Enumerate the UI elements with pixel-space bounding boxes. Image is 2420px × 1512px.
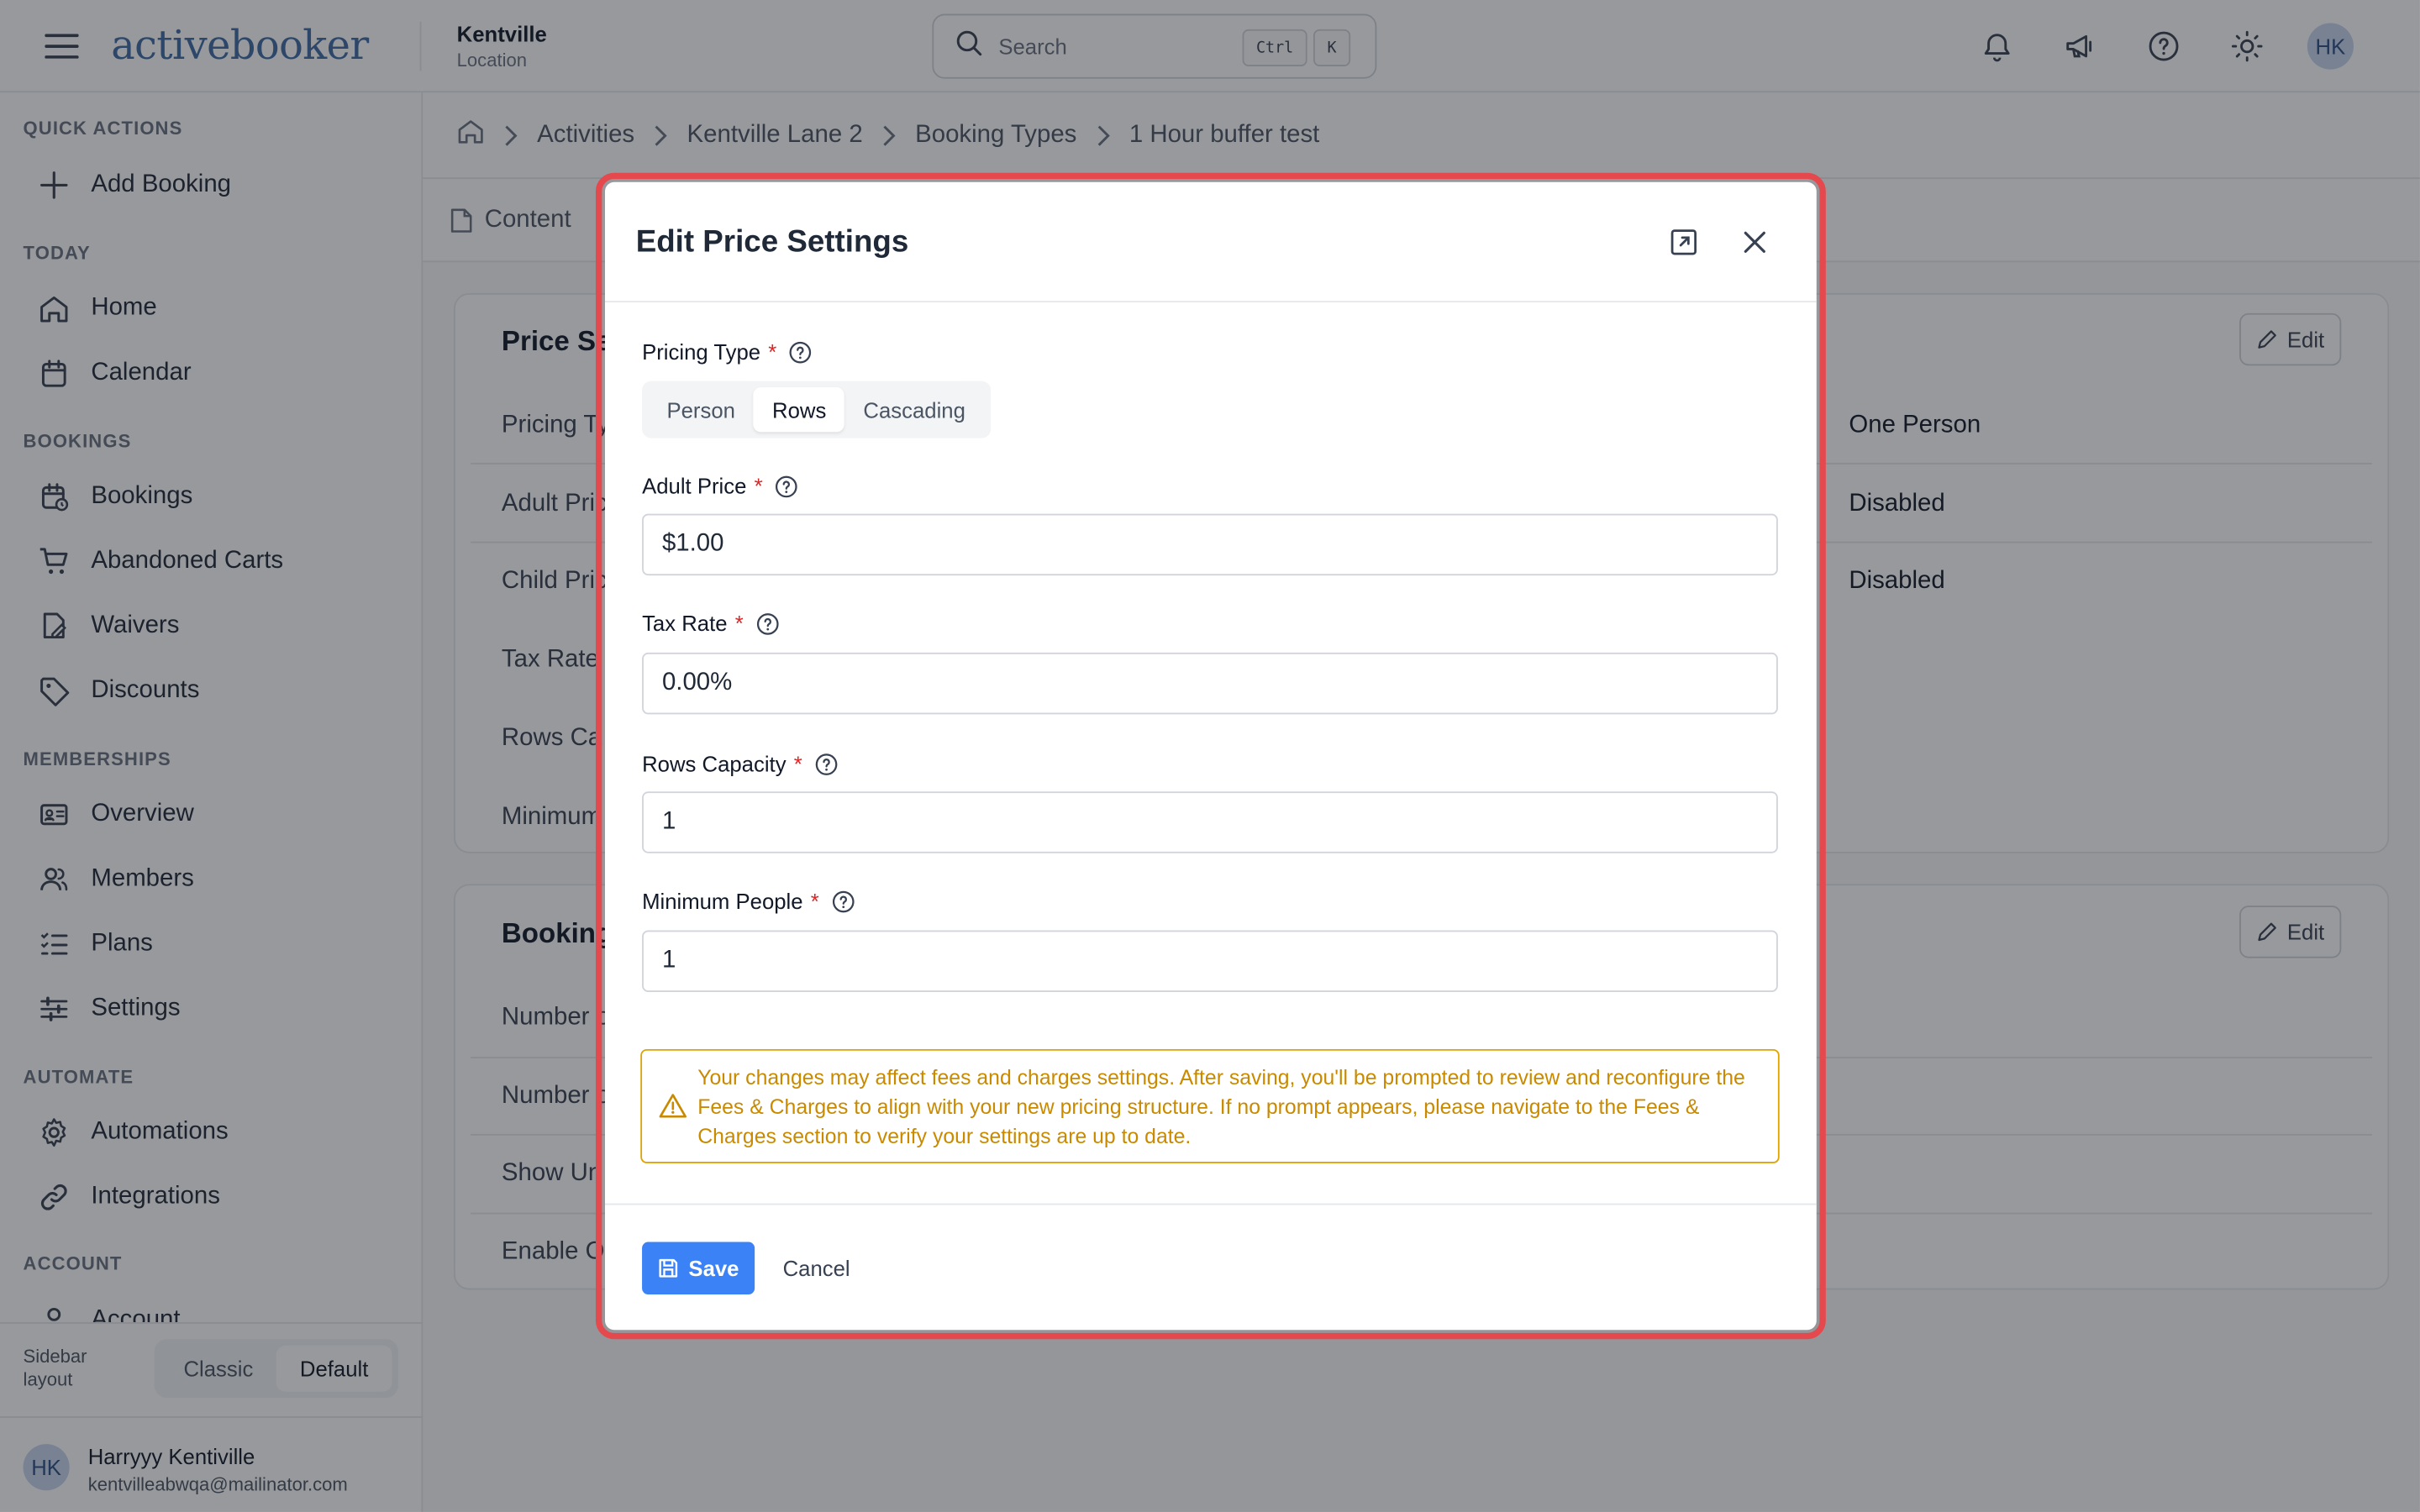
pricing-type-segmented: Person Rows Cascading [642,381,991,438]
required-mark: * [734,611,744,636]
pricing-type-cascading[interactable]: Cascading [844,387,984,432]
rows-capacity-value: 1 [661,808,676,835]
adult-price-label-text: Adult Price [642,473,747,499]
tax-rate-label: Tax Rate * [642,611,779,636]
minimum-people-input[interactable]: 1 [642,930,1778,992]
required-mark: * [768,339,777,365]
help-icon[interactable] [814,752,838,775]
fees-warning-alert: Your changes may affect fees and charges… [640,1048,1780,1163]
pricing-type-person[interactable]: Person [648,387,754,432]
rows-capacity-label: Rows Capacity * [642,751,838,776]
adult-price-input[interactable]: $1.00 [642,513,1778,576]
required-mark: * [810,888,819,914]
tax-rate-value: 0.00% [661,669,733,696]
adult-price-label: Adult Price * [642,474,798,498]
help-icon[interactable] [755,612,779,635]
rows-capacity-label-text: Rows Capacity [642,751,786,776]
rows-capacity-input[interactable]: 1 [642,791,1778,853]
minimum-people-label: Minimum People * [642,889,855,913]
pricing-type-label-text: Pricing Type [642,339,761,365]
modal-footer: Save Cancel [604,1203,1817,1331]
tax-rate-input[interactable]: 0.00% [642,652,1778,715]
close-icon[interactable] [1738,225,1771,259]
edit-price-settings-modal: Edit Price Settings Pricing Type * Perso… [604,181,1817,1331]
adult-price-value: $1.00 [661,530,724,558]
expand-icon[interactable] [1667,225,1701,259]
required-mark: * [793,751,802,776]
warning-icon [659,1092,687,1126]
warning-text: Your changes may affect fees and charges… [697,1066,1745,1148]
pricing-type-rows[interactable]: Rows [753,387,845,433]
cancel-button[interactable]: Cancel [769,1242,865,1294]
app-root: activebooker Kentville Location Search C… [0,0,2420,1512]
minimum-people-label-text: Minimum People [642,888,803,914]
modal-header: Edit Price Settings [604,182,1817,302]
pricing-type-label: Pricing Type * [642,339,812,364]
help-icon[interactable] [775,475,798,498]
modal-title: Edit Price Settings [635,225,909,260]
save-button[interactable]: Save [642,1242,755,1294]
minimum-people-value: 1 [661,947,676,974]
required-mark: * [754,473,763,499]
help-icon[interactable] [831,890,855,913]
save-icon [659,1258,678,1278]
help-icon[interactable] [789,340,813,364]
tax-rate-label-text: Tax Rate [642,611,728,636]
save-label: Save [688,1256,739,1281]
